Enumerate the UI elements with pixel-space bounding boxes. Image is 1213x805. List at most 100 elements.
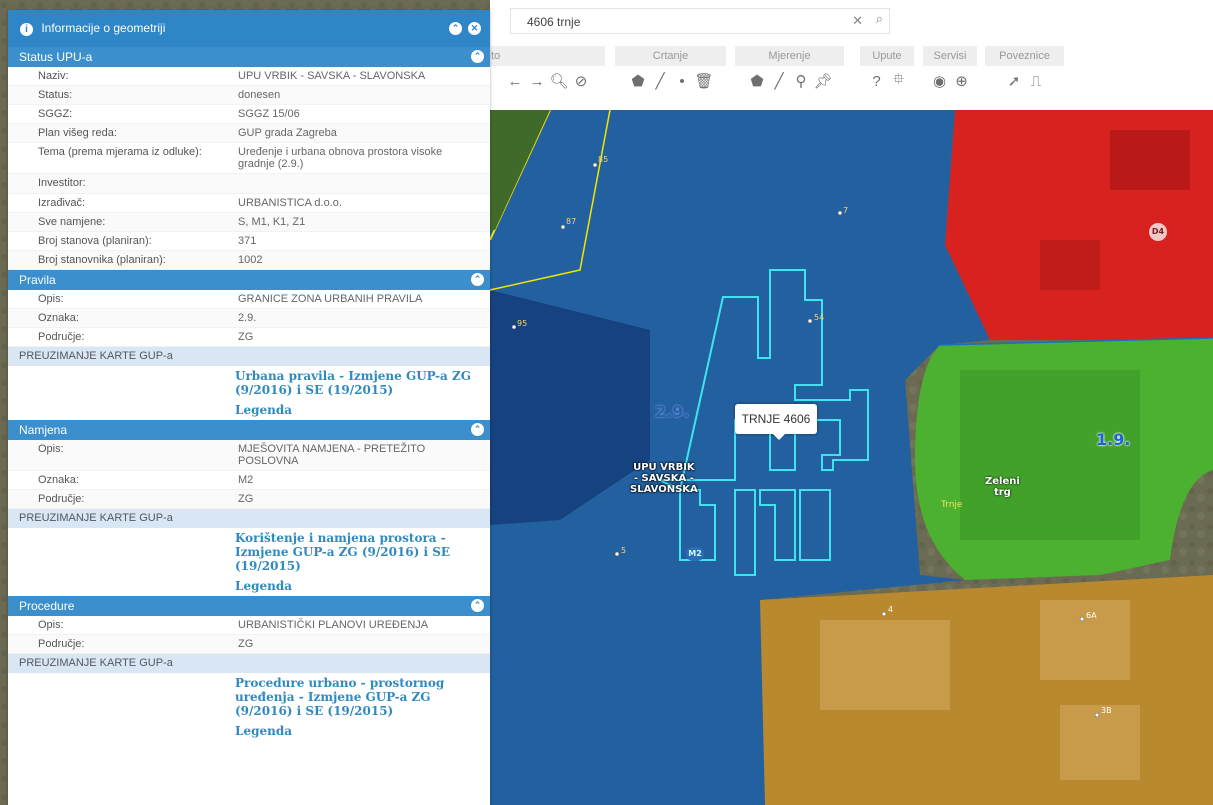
chevron-up-icon[interactable]: ⌃ (471, 273, 484, 286)
zeleni-trg-label: Zeleni trg (985, 476, 1020, 498)
search-input[interactable] (525, 12, 829, 31)
collapse-panel-icon[interactable]: ⌃ (449, 22, 462, 35)
point-label: 7 (843, 206, 849, 215)
field-value: ZG (238, 638, 254, 650)
section-title: Procedure (19, 599, 75, 613)
field-value: URBANISTICA d.o.o. (238, 197, 342, 209)
draw-point-icon[interactable]: • (671, 73, 693, 90)
clear-icon[interactable]: ✕ (852, 13, 863, 29)
field-label: Područje: (38, 331, 85, 343)
download-map-heading: PREUZIMANJE KARTE GUP-a (8, 347, 490, 366)
field-value: ZG (238, 493, 254, 505)
geometry-info-panel: i Informacije o geometriji ⌃ ✕ Status UP… (8, 10, 490, 805)
table-row: Sve namjene: S, M1, K1, Z1 (8, 213, 490, 232)
table-row: SGGZ: SGGZ 15/06 (8, 105, 490, 124)
map-icon[interactable]: ⎍ (1025, 73, 1047, 90)
help-icon[interactable]: ? (866, 73, 888, 90)
status-table: Naziv: UPU VRBIK - SAVSKA - SLAVONSKA Sta… (8, 67, 490, 270)
section-header-procedure[interactable]: Procedure ⌃ (8, 596, 490, 616)
legend-link[interactable]: Legenda (8, 400, 490, 420)
table-row: Oznaka: M2 (8, 471, 490, 490)
toolbar-group-label: Crtanje (615, 46, 727, 66)
draw-line-icon[interactable]: ╱ (649, 72, 671, 90)
section-title: Pravila (19, 273, 56, 287)
upu-label: UPU VRBIK - SAVSKA - SLAVONSKA (630, 462, 698, 495)
table-row: Naziv: UPU VRBIK - SAVSKA - SLAVONSKA (8, 67, 490, 86)
map-marker-icon[interactable]: ⚲ (790, 72, 812, 90)
field-label: SGGZ: (38, 108, 73, 120)
toolbar-group-mjerenje: Mjerenje ⬟ ╱ ⚲ 📌︎ (735, 46, 845, 100)
chevron-up-icon[interactable]: ⌃ (471, 423, 484, 436)
legend-link[interactable]: Legenda (8, 721, 490, 741)
signpost-icon[interactable]: ⯐ (888, 69, 910, 94)
field-label: Broj stanovnika (planiran): (38, 254, 166, 266)
field-label: Naziv: (38, 70, 69, 82)
legend-link[interactable]: Legenda (8, 576, 490, 596)
download-map-heading: PREUZIMANJE KARTE GUP-a (8, 654, 490, 673)
field-value: GUP grada Zagreba (238, 127, 337, 139)
field-label: Broj stanova (planiran): (38, 235, 152, 247)
field-label: Sve namjene: (38, 216, 106, 228)
measure-line-icon[interactable]: ╱ (768, 72, 790, 90)
chevron-up-icon[interactable]: ⌃ (471, 599, 484, 612)
table-row: Broj stanova (planiran): 371 (8, 232, 490, 251)
field-label: Područje: (38, 493, 85, 505)
point-label: 3B (1101, 706, 1112, 715)
globe-icon[interactable]: ◉ (929, 72, 951, 90)
forward-arrow-icon[interactable]: → (526, 73, 548, 90)
zoom-icon[interactable]: 🔍︎ (548, 72, 570, 90)
map-download-link[interactable]: Urbana pravila - Izmjene GUP-a ZG (9/201… (8, 366, 490, 400)
field-value: 2.9. (238, 312, 257, 324)
map-popup[interactable]: TRNJE 4606 (735, 404, 817, 440)
back-arrow-icon[interactable]: ← (504, 73, 526, 90)
point-label: 87 (566, 217, 577, 226)
toolbar-group-crtanje: Crtanje ⬟ ╱ • 🗑︎ (615, 46, 727, 100)
table-row: Izrađivač: URBANISTICA d.o.o. (8, 194, 490, 213)
zone-label-2-9: 2.9. (655, 402, 690, 421)
field-label: Status: (38, 89, 73, 101)
toolbar-group-poveznice: Poveznice ➚ ⎍ (985, 46, 1065, 100)
toolbar-group-navigation: to ← → 🔍︎ ⊘ (490, 46, 606, 100)
field-label: Tema (prema mjerama iz odluke): (38, 146, 202, 158)
field-label: Opis: (38, 443, 64, 455)
measure-area-icon[interactable]: ⬟ (746, 72, 768, 90)
table-row: Plan višeg reda: GUP grada Zagreba (8, 124, 490, 143)
trash-icon[interactable]: 🗑︎ (693, 72, 715, 90)
close-icon[interactable]: ✕ (468, 22, 481, 35)
field-value: ZG (238, 331, 254, 343)
field-value: 371 (238, 235, 257, 247)
add-circle-icon[interactable]: ⊕ (951, 72, 973, 90)
search-icon[interactable]: ⌕ (876, 11, 883, 27)
d4-badge: D4 (1149, 223, 1167, 241)
point-label: 85 (598, 155, 609, 164)
zone-label-1-9: 1.9. (1096, 430, 1131, 449)
table-row: Područje: ZG (8, 635, 490, 654)
pin-icon[interactable]: 📌︎ (812, 72, 834, 90)
draw-polygon-icon[interactable]: ⬟ (627, 72, 649, 90)
point-label: 6A (1086, 611, 1097, 620)
chevron-up-icon[interactable]: ⌃ (471, 50, 484, 63)
panel-title: Informacije o geometriji (41, 21, 166, 35)
section-header-status[interactable]: Status UPU-a ⌃ (8, 47, 490, 67)
table-row: Investitor: (8, 174, 490, 194)
table-row: Opis: GRANICE ZONA URBANIH PRAVILA (8, 290, 490, 309)
field-value (238, 174, 478, 193)
field-value: M2 (238, 474, 254, 486)
map-download-link[interactable]: Procedure urbano - prostornog uređenja -… (8, 673, 490, 721)
field-value: GRANICE ZONA URBANIH PRAVILA (238, 293, 423, 305)
point-label: 4 (888, 605, 894, 614)
cancel-icon[interactable]: ⊘ (570, 72, 592, 90)
field-label: Područje: (38, 638, 85, 650)
toolbar-group-label: Poveznice (985, 46, 1065, 66)
location-arrow-icon[interactable]: ➚ (1003, 72, 1025, 90)
section-header-namjena[interactable]: Namjena ⌃ (8, 420, 490, 440)
map-download-link[interactable]: Korištenje i namjena prostora - Izmjene … (8, 528, 490, 576)
top-toolbar: ✕ ⌕ to ← → 🔍︎ ⊘ Crtanje ⬟ ╱ • 🗑︎ Mjerenj… (490, 0, 1213, 110)
field-label: Oznaka: (38, 474, 79, 486)
table-row: Područje: ZG (8, 490, 490, 509)
m2-badge: M2 (686, 547, 704, 561)
section-header-pravila[interactable]: Pravila ⌃ (8, 270, 490, 290)
panel-header: i Informacije o geometriji ⌃ ✕ (8, 10, 490, 47)
field-label: Opis: (38, 619, 64, 631)
search-box: ✕ ⌕ (510, 8, 890, 34)
